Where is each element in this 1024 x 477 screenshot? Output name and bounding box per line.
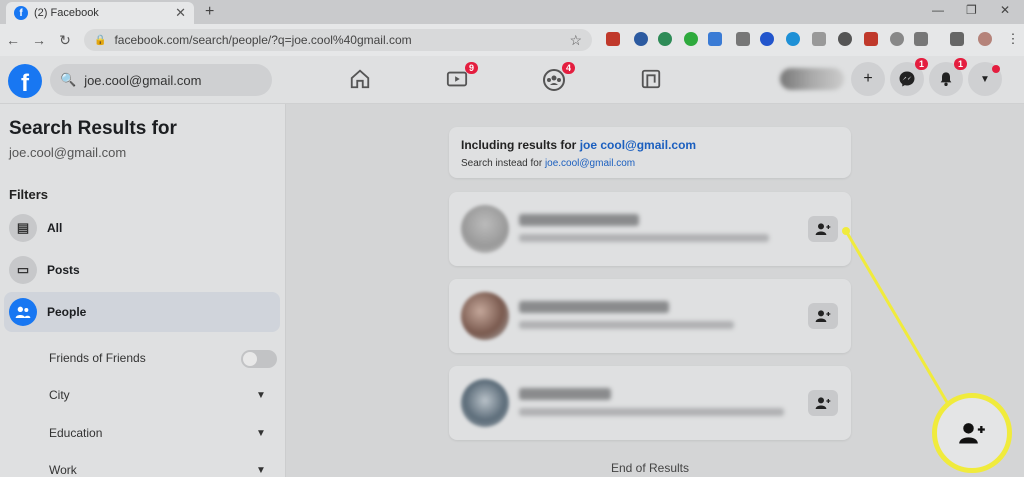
add-friend-icon — [959, 423, 985, 444]
add-friend-callout — [932, 393, 1012, 473]
callout-line — [842, 227, 950, 405]
